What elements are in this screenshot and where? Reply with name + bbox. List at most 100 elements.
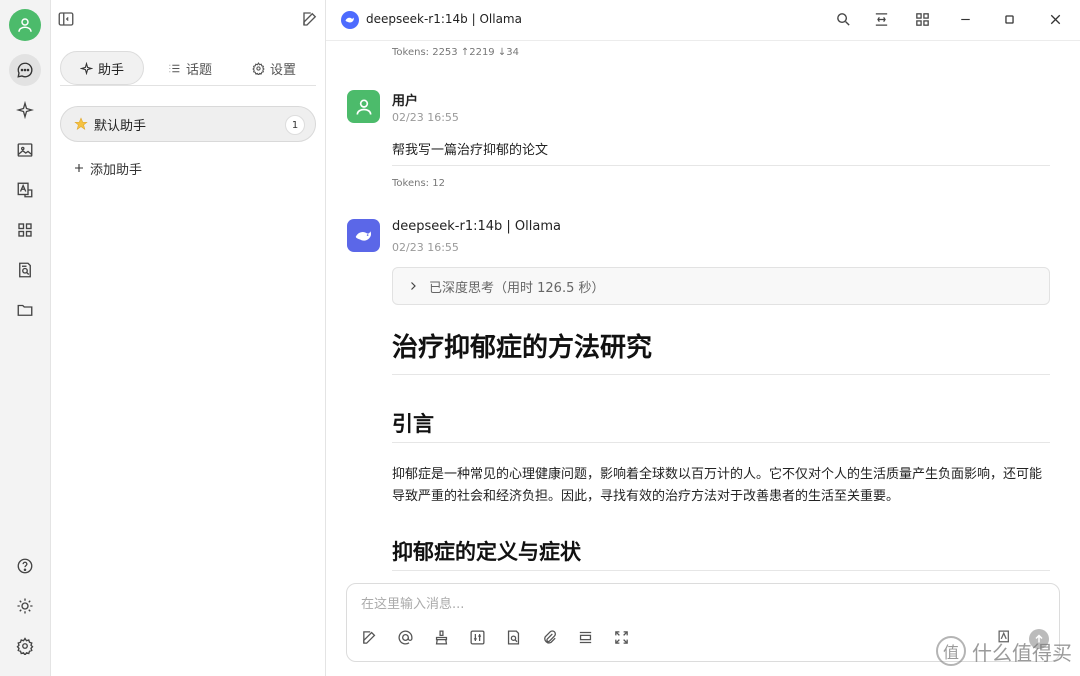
tab-label: 助手: [97, 62, 124, 78]
user-message-text: 帮我写一篇治疗抑郁的论文: [392, 143, 549, 158]
site-watermark: 值 什么值得买: [936, 636, 1072, 666]
topic-count-badge: 1: [285, 115, 305, 135]
agents-nav-button[interactable]: [9, 94, 41, 126]
response-heading-1: 治疗抑郁症的方法研究: [392, 333, 653, 363]
model-message-name: deepseek-r1:14b | Ollama: [392, 219, 561, 234]
assistants-panel: 助手 话题 设置 默认助手 1 添加助手: [51, 0, 326, 676]
add-assistant-button[interactable]: 添加助手: [73, 158, 142, 178]
deepseek-whale-icon: [355, 230, 371, 241]
chevron-right-icon: [411, 282, 416, 290]
tab-label: 话题: [186, 62, 213, 78]
panel-tabs: 助手 话题 设置: [60, 50, 316, 86]
maximize-button[interactable]: [1001, 11, 1019, 29]
assistant-item-default[interactable]: 默认助手 1: [60, 106, 316, 142]
translate-icon: [17, 182, 33, 198]
apps-nav-button[interactable]: [9, 214, 41, 246]
section-heading-definition: 抑郁症的定义与症状: [392, 540, 581, 564]
clear-context-button[interactable]: [433, 629, 451, 647]
document-search-icon: [507, 630, 520, 645]
tab-assistants[interactable]: 助手: [60, 51, 144, 85]
knowledge-base-button[interactable]: [505, 629, 523, 647]
layout-toggle-button[interactable]: [577, 629, 595, 647]
window-title: deepseek-r1:14b | Ollama: [366, 12, 522, 26]
theme-toggle-button[interactable]: [9, 590, 41, 622]
sparkle-icon: [79, 61, 93, 75]
close-icon: [1050, 14, 1061, 25]
tab-label: 设置: [270, 62, 297, 78]
tab-topics[interactable]: 话题: [168, 51, 212, 85]
person-icon: [18, 18, 32, 32]
thinking-label: 已深度思考（用时 126.5 秒）: [429, 280, 605, 296]
translate-nav-button[interactable]: [9, 174, 41, 206]
toggle-sidebar-button[interactable]: [57, 10, 77, 30]
deepseek-logo-icon: [341, 11, 359, 29]
user-message-time: 02/23 16:55: [392, 111, 459, 124]
narrow-layout-icon: [875, 13, 888, 26]
person-icon: [356, 99, 371, 115]
watermark-logo: 值: [936, 636, 966, 666]
sun-icon: [17, 598, 33, 614]
search-button[interactable]: [835, 11, 853, 29]
list-icon: [169, 64, 180, 72]
app-grid-button[interactable]: [914, 11, 932, 29]
attach-file-button[interactable]: [541, 629, 559, 647]
divider: [392, 374, 1050, 375]
sidebar-toggle-icon: [58, 12, 74, 26]
sliders-icon: [470, 630, 485, 645]
section-intro-text: 抑郁症是一种常见的心理健康问题，影响着全球数以百万计的人。它不仅对个人的生活质量…: [392, 467, 1043, 504]
divider: [392, 442, 1050, 443]
image-nav-button[interactable]: [9, 134, 41, 166]
narrow-mode-button[interactable]: [873, 11, 891, 29]
gear-icon: [252, 61, 265, 75]
tab-settings[interactable]: 设置: [252, 51, 296, 85]
paperclip-icon: [544, 630, 556, 644]
new-chat-button[interactable]: [301, 10, 321, 30]
watermark-text: 什么值得买: [972, 640, 1072, 665]
files-nav-button[interactable]: [9, 294, 41, 326]
add-assistant-label: 添加助手: [90, 162, 143, 178]
divider: [392, 165, 1050, 166]
star-icon: [74, 117, 88, 130]
thinking-collapse[interactable]: 已深度思考（用时 126.5 秒）: [392, 267, 1050, 305]
document-search-icon: [19, 262, 31, 278]
close-button[interactable]: [1047, 11, 1065, 29]
plus-icon: [75, 164, 83, 172]
user-avatar[interactable]: [9, 9, 41, 41]
title-bar: deepseek-r1:14b | Ollama: [326, 0, 1080, 41]
chat-nav-button[interactable]: [9, 54, 41, 86]
search-icon: [837, 13, 850, 26]
model-message-time: 02/23 16:55: [392, 241, 459, 254]
minimize-icon: [961, 18, 970, 21]
icon-rail: [0, 0, 51, 676]
folder-icon: [17, 304, 33, 316]
maximize-icon: [1005, 15, 1014, 24]
expand-input-button[interactable]: [613, 629, 631, 647]
assistant-name: 默认助手: [94, 118, 147, 134]
grid-icon: [18, 223, 32, 237]
image-icon: [17, 143, 33, 157]
section-heading-intro: 引言: [392, 412, 434, 436]
sparkle-icon: [16, 101, 34, 119]
divider: [392, 570, 1050, 571]
edit-icon: [363, 631, 376, 644]
message-input[interactable]: [361, 592, 961, 616]
model-message-avatar: [347, 219, 380, 252]
expand-icon: [615, 631, 628, 644]
new-topic-button[interactable]: [361, 629, 379, 647]
broom-icon: [435, 630, 448, 645]
minimize-button[interactable]: [957, 11, 975, 29]
mention-model-button[interactable]: [397, 629, 415, 647]
grid-icon: [916, 13, 929, 26]
user-message-name: 用户: [392, 94, 419, 109]
settings-nav-button[interactable]: [9, 630, 41, 662]
user-message-avatar: [347, 90, 380, 123]
model-settings-button[interactable]: [469, 629, 487, 647]
edit-icon: [303, 12, 317, 26]
chat-area: Tokens: 2253 ↑2219 ↓34 用户 02/23 16:55 帮我…: [326, 41, 1080, 676]
gear-icon: [16, 637, 34, 655]
align-icon: [579, 631, 592, 644]
knowledge-nav-button[interactable]: [9, 254, 41, 286]
chat-bubble-icon: [17, 62, 33, 78]
help-button[interactable]: [9, 550, 41, 582]
previous-token-count: Tokens: 2253 ↑2219 ↓34: [392, 47, 519, 58]
